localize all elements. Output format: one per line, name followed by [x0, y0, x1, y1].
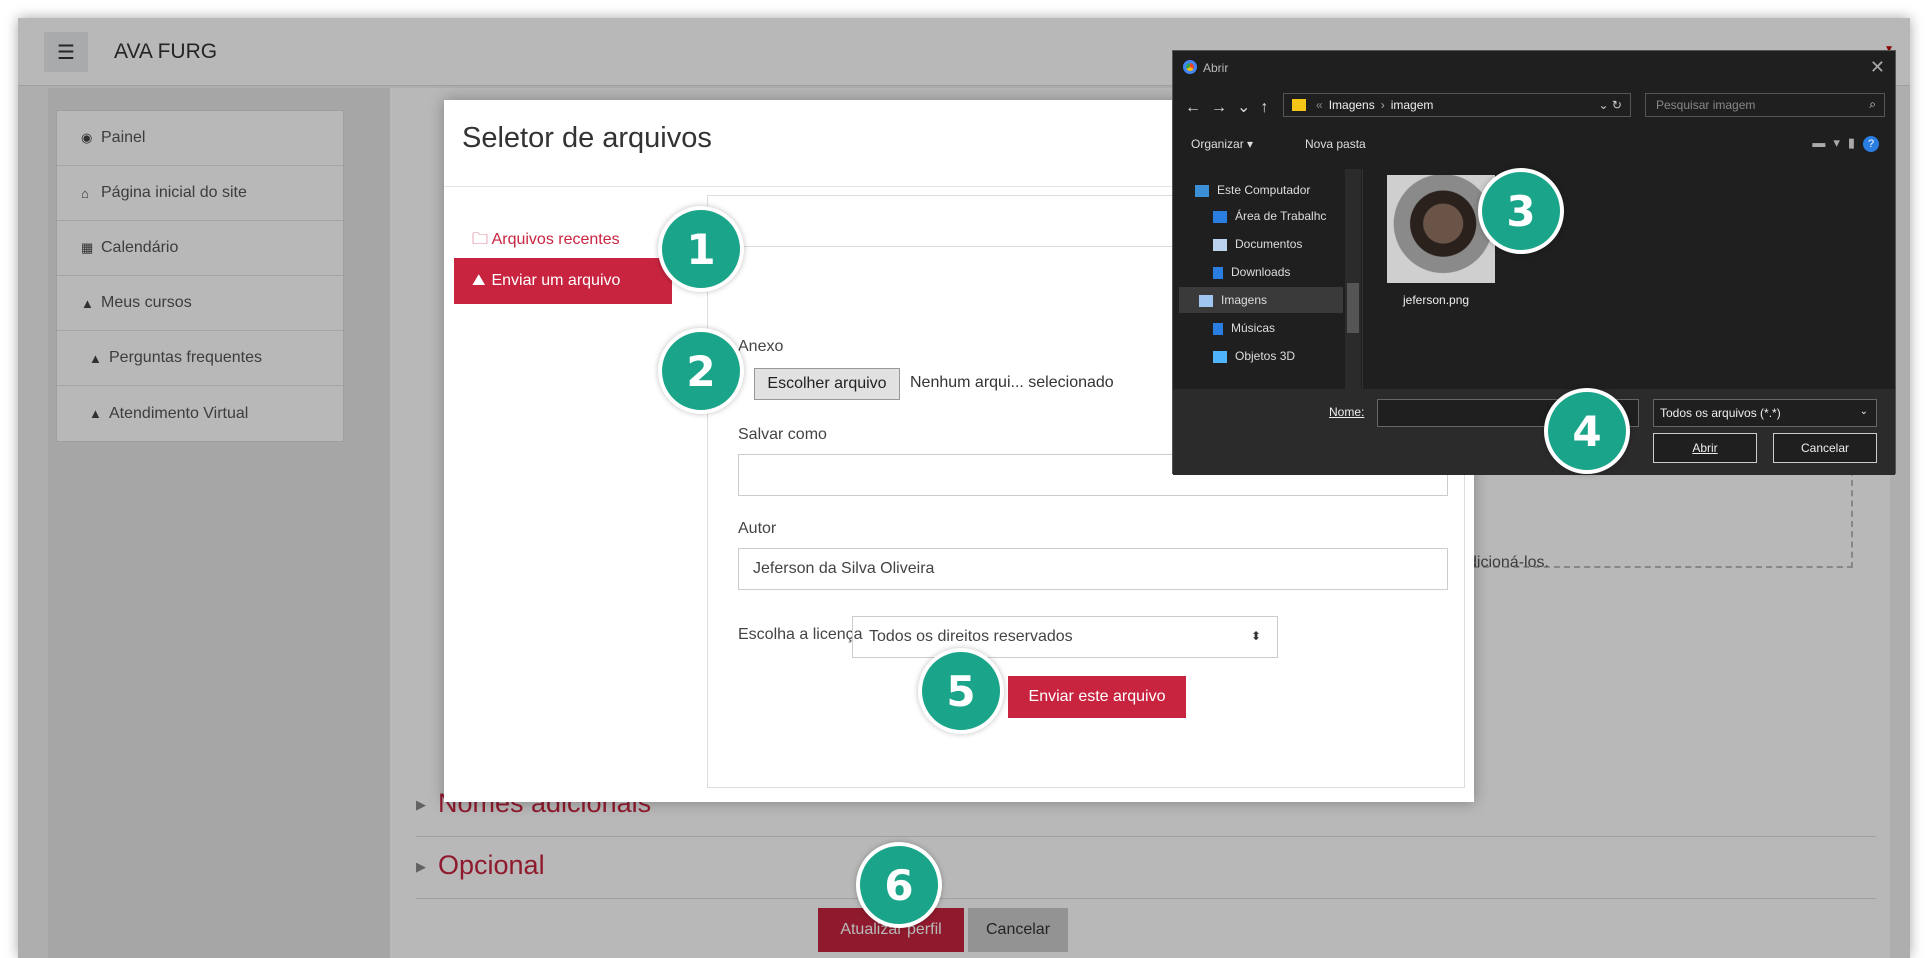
upload-icon: ⛰	[472, 272, 486, 289]
tree-item-images[interactable]: Imagens	[1179, 287, 1343, 313]
search-icon: ⌕	[1869, 97, 1876, 111]
choose-file-button[interactable]: Escolher arquivo	[754, 368, 900, 400]
step-badge-5: 5	[918, 648, 1004, 734]
no-file-text: Nenhum arqui... selecionado	[910, 374, 1114, 391]
browser-frame: ☰ AVA FURG ▼ ◉Painel ⌂Página inicial do …	[18, 18, 1910, 958]
tree-item-desktop[interactable]: Área de Trabalhc	[1213, 209, 1326, 223]
image-thumbnail[interactable]	[1387, 175, 1495, 283]
tree-item-3d-objects[interactable]: Objetos 3D	[1213, 349, 1295, 363]
cube-icon	[1213, 350, 1227, 363]
author-label: Autor	[738, 520, 777, 537]
chevron-down-icon: ⌄	[1859, 406, 1868, 417]
author-input[interactable]: Jeferson da Silva Oliveira	[738, 548, 1448, 590]
organize-menu[interactable]: Organizar ▾	[1191, 137, 1253, 151]
tree-item-downloads[interactable]: Downloads	[1213, 265, 1290, 279]
step-badge-2: 2	[658, 328, 744, 414]
select-arrows-icon: ⬍	[1250, 629, 1261, 643]
dialog-title: Abrir	[1203, 61, 1229, 75]
license-label: Escolha a licença	[738, 626, 863, 643]
tree-scrollbar[interactable]	[1345, 169, 1361, 389]
upload-file-tab[interactable]: ⛰ Enviar um arquivo	[454, 258, 672, 304]
step-badge-3: 3	[1478, 168, 1564, 254]
refresh-icon[interactable]: ⌄ ↻	[1599, 98, 1622, 112]
save-as-label: Salvar como	[738, 426, 827, 443]
desktop-icon	[1213, 210, 1227, 223]
name-label: Nome:	[1329, 405, 1365, 419]
recent-files-link[interactable]: 🗀 Arquivos recentes	[472, 228, 620, 255]
view-options-icon[interactable]: ▬▾▮?	[1812, 135, 1879, 152]
file-type-select[interactable]: Todos os arquivos (*.*) ⌄	[1653, 399, 1877, 427]
help-icon[interactable]: ?	[1863, 136, 1879, 152]
folder-icon: 🗀	[472, 231, 492, 248]
step-badge-6: 6	[856, 842, 942, 928]
open-file-dialog: Abrir ✕ ←→⌄↑ « Imagens › imagem ⌄ ↻ Pesq…	[1172, 50, 1896, 475]
step-badge-1: 1	[658, 206, 744, 292]
path-segment[interactable]: imagem	[1391, 98, 1434, 112]
navigation-arrows-icon[interactable]: ←→⌄↑	[1185, 97, 1278, 117]
address-bar[interactable]: « Imagens › imagem ⌄ ↻	[1283, 93, 1631, 117]
license-select[interactable]: Todos os direitos reservados ⬍	[852, 616, 1278, 658]
tree-item-computer[interactable]: Este Computador	[1195, 183, 1310, 197]
step-badge-4: 4	[1544, 388, 1630, 474]
download-icon	[1213, 266, 1223, 279]
scroll-thumb[interactable]	[1347, 283, 1359, 333]
dialog-cancel-button[interactable]: Cancelar	[1773, 433, 1877, 463]
computer-icon	[1195, 184, 1209, 197]
image-folder-icon	[1199, 294, 1213, 307]
music-icon	[1213, 322, 1223, 335]
new-folder-button[interactable]: Nova pasta	[1305, 137, 1366, 151]
open-button[interactable]: Abrir	[1653, 433, 1757, 463]
folder-icon	[1292, 99, 1306, 111]
path-segment[interactable]: Imagens	[1329, 98, 1375, 112]
submit-file-button[interactable]: Enviar este arquivo	[1008, 676, 1186, 718]
search-input[interactable]: Pesquisar imagem ⌕	[1645, 93, 1885, 117]
modal-title: Seletor de arquivos	[462, 122, 712, 154]
close-icon[interactable]: ✕	[1870, 57, 1885, 78]
file-name-label[interactable]: jeferson.png	[1403, 293, 1469, 307]
tree-item-documents[interactable]: Documentos	[1213, 237, 1302, 251]
chrome-icon	[1183, 60, 1197, 74]
document-icon	[1213, 238, 1227, 251]
attachment-label: Anexo	[738, 338, 784, 355]
tree-item-music[interactable]: Músicas	[1213, 321, 1275, 335]
